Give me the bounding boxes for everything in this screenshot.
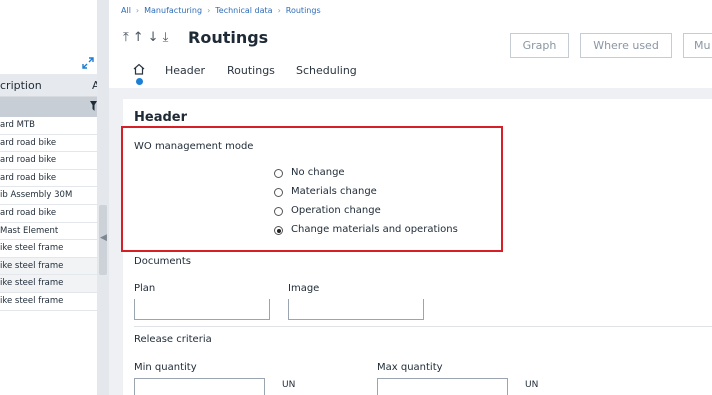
list-item[interactable]: ike steel frame: [0, 240, 97, 258]
active-tab-indicator: [136, 78, 143, 85]
min-quantity-unit: UN: [282, 380, 296, 390]
documents-label: Documents: [134, 256, 192, 267]
filter-icon[interactable]: [90, 101, 97, 111]
panel-splitter[interactable]: ◀: [97, 0, 109, 395]
list-filter-row[interactable]: [0, 97, 97, 117]
radio-button-selected[interactable]: [274, 226, 283, 235]
plan-field[interactable]: [134, 299, 270, 320]
wo-management-mode-label: WO management mode: [134, 141, 254, 152]
expand-icon[interactable]: [82, 57, 94, 69]
list-rows: ard MTB ard road bike ard road bike ard …: [0, 117, 97, 311]
left-list-panel: cription A ard MTB ard road bike ard roa…: [0, 0, 97, 395]
chevron-right-icon: ›: [277, 6, 281, 15]
list-item[interactable]: ard road bike: [0, 152, 97, 170]
max-quantity-label: Max quantity: [377, 362, 443, 373]
breadcrumb-item[interactable]: Technical data: [215, 6, 272, 15]
main-area: All › Manufacturing › Technical data › Routing…: [109, 0, 712, 395]
section-tabs: Header Routings Scheduling: [109, 62, 712, 86]
list-item[interactable]: ike steel frame: [0, 257, 97, 276]
radio-label[interactable]: Change materials and operations: [291, 224, 458, 235]
last-record-icon[interactable]: ⤓: [163, 30, 173, 45]
radio-button[interactable]: [274, 169, 283, 178]
home-icon[interactable]: [133, 63, 145, 75]
list-item[interactable]: Mast Element: [0, 223, 97, 241]
description-column-label[interactable]: cription: [0, 79, 42, 92]
list-item[interactable]: ard road bike: [0, 135, 97, 153]
list-item[interactable]: ard road bike: [0, 205, 97, 223]
list-item[interactable]: ike steel frame: [0, 275, 97, 293]
list-column-header[interactable]: cription A: [0, 74, 97, 97]
record-navigation: ⤒↑↓⤓: [123, 30, 172, 45]
breadcrumb: All › Manufacturing › Technical data › Routing…: [121, 6, 321, 15]
radio-label[interactable]: No change: [291, 167, 345, 178]
breadcrumb-item[interactable]: Routings: [286, 6, 321, 15]
section-divider: [134, 326, 712, 327]
breadcrumb-item[interactable]: All: [121, 6, 131, 15]
min-quantity-label: Min quantity: [134, 362, 197, 373]
collapse-left-icon[interactable]: ◀: [100, 233, 107, 243]
release-criteria-label: Release criteria: [134, 334, 212, 345]
list-item[interactable]: ike steel frame: [0, 293, 97, 311]
image-label: Image: [288, 283, 320, 294]
max-quantity-unit: UN: [525, 380, 539, 390]
radio-button[interactable]: [274, 188, 283, 197]
list-item[interactable]: ib Assembly 30M: [0, 187, 97, 205]
section-title: Header: [134, 110, 188, 125]
min-quantity-field[interactable]: [134, 378, 265, 395]
breadcrumb-item[interactable]: Manufacturing: [144, 6, 202, 15]
list-item[interactable]: ard MTB: [0, 117, 97, 135]
tab-scheduling[interactable]: Scheduling: [296, 64, 357, 77]
chevron-right-icon: ›: [135, 6, 140, 15]
radio-button[interactable]: [274, 207, 283, 216]
max-quantity-field[interactable]: [377, 378, 508, 395]
page-title: Routings: [188, 28, 269, 47]
where-used-button[interactable]: Where used: [580, 33, 672, 58]
radio-label[interactable]: Operation change: [291, 205, 381, 216]
image-field[interactable]: [288, 299, 424, 320]
next-record-icon[interactable]: ↓: [148, 30, 163, 45]
more-button[interactable]: Mu: [683, 33, 712, 58]
graph-button[interactable]: Graph: [510, 33, 569, 58]
radio-label[interactable]: Materials change: [291, 186, 377, 197]
list-item[interactable]: ard road bike: [0, 170, 97, 188]
plan-label: Plan: [134, 283, 156, 294]
tab-header[interactable]: Header: [165, 64, 205, 77]
first-record-icon[interactable]: ⤒: [123, 30, 133, 45]
chevron-right-icon: ›: [207, 6, 211, 15]
previous-record-icon[interactable]: ↑: [133, 30, 148, 45]
tab-routings[interactable]: Routings: [227, 64, 275, 77]
